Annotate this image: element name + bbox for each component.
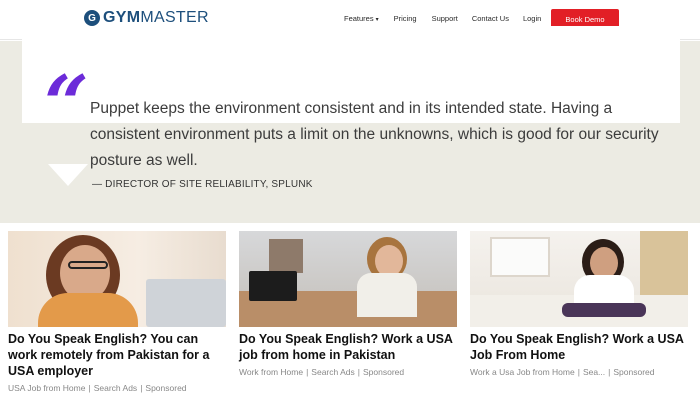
ad-sponsored-label: Sponsored bbox=[613, 367, 655, 377]
ad-title[interactable]: Do You Speak English? Work a USA job fro… bbox=[239, 331, 457, 363]
ad-image-woman-bed-laptop[interactable] bbox=[470, 231, 688, 327]
speech-bubble-tail bbox=[48, 164, 88, 186]
testimonial-quote: Puppet keeps the environment consistent … bbox=[90, 100, 659, 169]
meta-separator: | bbox=[306, 367, 309, 377]
chevron-down-icon: ▾ bbox=[375, 17, 379, 23]
ad-title[interactable]: Do You Speak English? Work a USA Job Fro… bbox=[470, 331, 688, 363]
nav-contact-us[interactable]: Contact Us bbox=[472, 14, 509, 23]
ad-card-3[interactable]: Do You Speak English? Work a USA Job Fro… bbox=[470, 231, 688, 377]
meta-separator: | bbox=[577, 367, 580, 377]
ad-source[interactable]: Work from Home bbox=[239, 367, 303, 377]
ad-meta: Work from Home | Search Ads | Sponsored bbox=[239, 367, 457, 377]
logo-gym-text: GYM bbox=[103, 9, 141, 26]
nav-features-label: Features bbox=[344, 14, 374, 23]
nav-login[interactable]: Login bbox=[523, 14, 541, 23]
logo-badge-icon: G bbox=[84, 10, 100, 26]
nav-features[interactable]: Features ▾ bbox=[344, 14, 379, 23]
ad-meta: Work a Usa Job from Home | Sea... | Sponsore… bbox=[470, 367, 688, 377]
gymmaster-logo[interactable]: G GYM MASTER bbox=[84, 9, 209, 27]
ad-sponsor[interactable]: Search Ads bbox=[311, 367, 354, 377]
ad-title[interactable]: Do You Speak English? You can work remot… bbox=[8, 331, 226, 379]
ad-image-woman-laptop[interactable] bbox=[8, 231, 226, 327]
nav-pricing[interactable]: Pricing bbox=[394, 14, 417, 23]
ad-card-2[interactable]: Do You Speak English? Work a USA job fro… bbox=[239, 231, 457, 377]
ad-card-1[interactable]: Do You Speak English? You can work remot… bbox=[8, 231, 226, 393]
ad-sponsored-label: Sponsored bbox=[363, 367, 405, 377]
ad-image-woman-phone[interactable] bbox=[239, 231, 457, 327]
ad-sponsor[interactable]: Search Ads bbox=[94, 383, 137, 393]
meta-separator: | bbox=[88, 383, 91, 393]
logo-master-text: MASTER bbox=[140, 9, 209, 26]
ad-sponsored-label: Sponsored bbox=[145, 383, 187, 393]
ad-meta: USA Job from Home | Search Ads | Sponsored bbox=[8, 383, 226, 393]
quote-mark-icon: “ bbox=[44, 59, 89, 150]
ad-sponsor[interactable]: Sea... bbox=[583, 367, 605, 377]
main-nav: Features ▾ Pricing Support Contact Us Log… bbox=[344, 14, 541, 23]
nav-support[interactable]: Support bbox=[432, 14, 458, 23]
testimonial-attribution: — DIRECTOR OF SITE RELIABILITY, SPLUNK bbox=[92, 179, 313, 190]
ad-source[interactable]: USA Job from Home bbox=[8, 383, 85, 393]
meta-separator: | bbox=[357, 367, 360, 377]
ad-source[interactable]: Work a Usa Job from Home bbox=[470, 367, 575, 377]
meta-separator: | bbox=[608, 367, 611, 377]
meta-separator: | bbox=[140, 383, 143, 393]
